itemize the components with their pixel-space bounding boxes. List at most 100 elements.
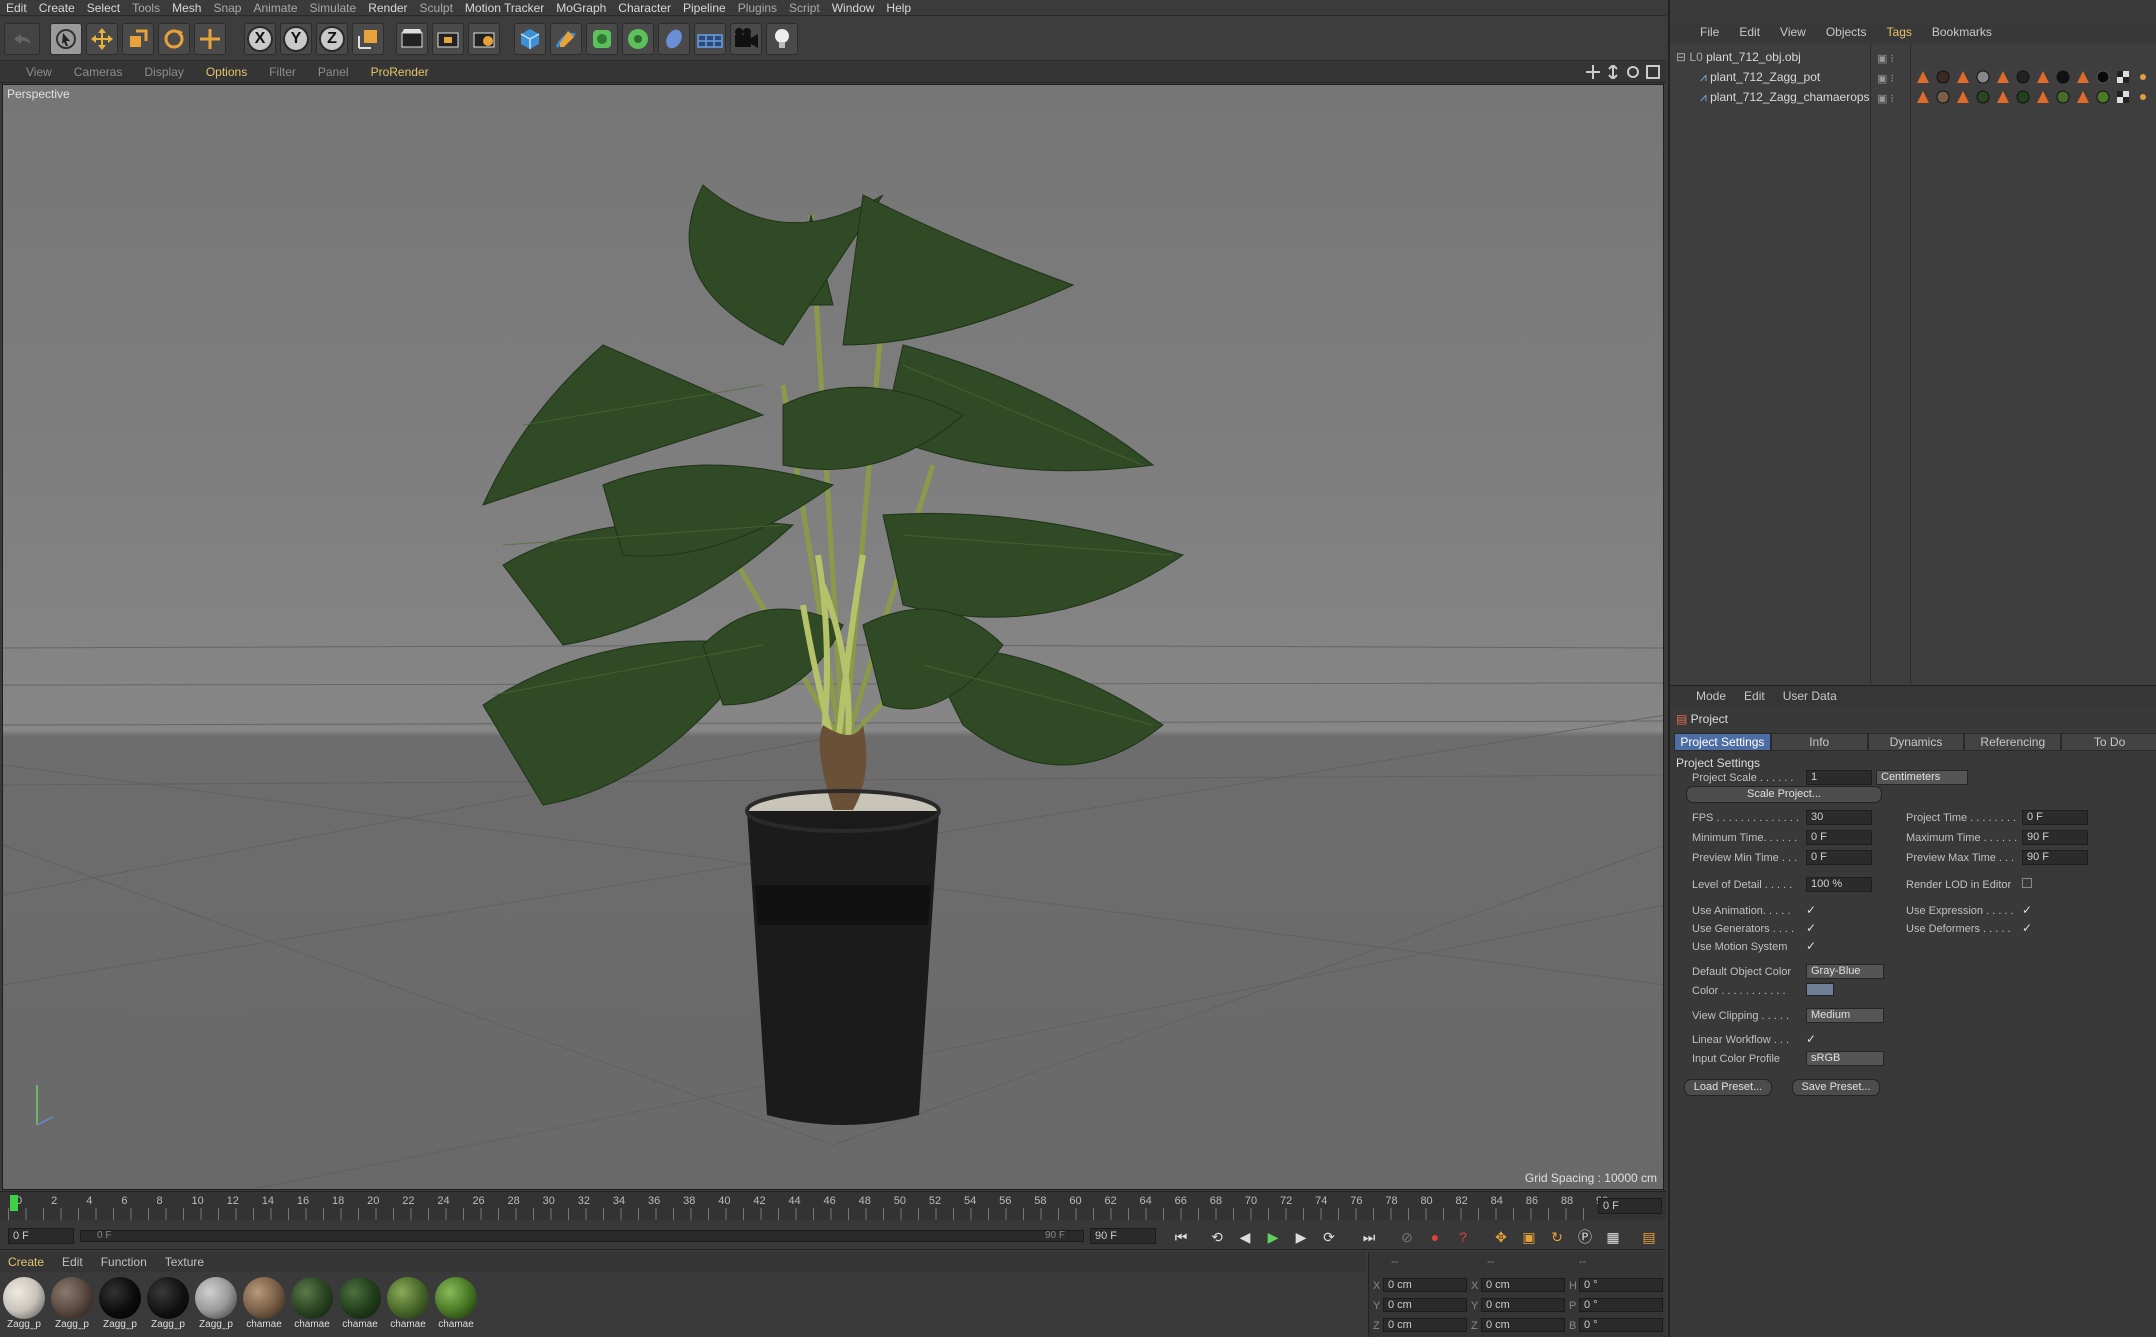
- object-row-pot[interactable]: ⩘ plant_712_Zagg_pot: [1700, 70, 1820, 85]
- menu-plugins[interactable]: Plugins: [732, 1, 783, 15]
- render-lod-checkbox[interactable]: [2022, 878, 2032, 888]
- menu-mesh[interactable]: Mesh: [166, 1, 207, 15]
- menu-sculpt[interactable]: Sculpt: [414, 1, 459, 15]
- preview-min-time-field[interactable]: 0 F: [1806, 850, 1872, 865]
- material-swatch[interactable]: Zagg_p: [2, 1277, 46, 1335]
- material-menu-texture[interactable]: Texture: [165, 1255, 204, 1269]
- project-time-field[interactable]: 0 F: [2022, 810, 2088, 825]
- current-frame-field[interactable]: 0 F: [1598, 1198, 1662, 1214]
- timeline-window-icon[interactable]: ▤: [1638, 1226, 1660, 1248]
- preview-range-slider[interactable]: 0 F 90 F: [80, 1230, 1084, 1242]
- material-tag-icon[interactable]: [2096, 70, 2110, 84]
- am-menu-mode[interactable]: Mode: [1696, 689, 1726, 703]
- y-axis-lock-button[interactable]: Y: [280, 23, 312, 55]
- maximize-view-icon[interactable]: [1646, 65, 1660, 79]
- viewport-menu-prorender[interactable]: ProRender: [371, 65, 429, 79]
- undo-icon[interactable]: [4, 23, 40, 55]
- light-icon[interactable]: [766, 23, 798, 55]
- material-tag-icon[interactable]: [1976, 90, 1990, 104]
- tab-to-do[interactable]: To Do: [2061, 733, 2156, 751]
- material-menu-create[interactable]: Create: [8, 1255, 44, 1269]
- color-swatch[interactable]: [1806, 983, 1834, 996]
- object-row-chamaerops[interactable]: ⩘ plant_712_Zagg_chamaerops: [1700, 90, 1870, 105]
- phong-tag-icon[interactable]: [1996, 70, 2010, 84]
- use-generators-checkbox[interactable]: ✓: [1806, 922, 1818, 934]
- phong-tag-icon[interactable]: [2036, 70, 2050, 84]
- material-swatch[interactable]: Zagg_p: [194, 1277, 238, 1335]
- key-rotation-icon[interactable]: ↻: [1546, 1226, 1568, 1248]
- previous-frame-icon[interactable]: ◀: [1234, 1226, 1256, 1248]
- default-object-color-dropdown[interactable]: Gray-Blue: [1806, 964, 1884, 979]
- coord-field[interactable]: 0 cm: [1481, 1298, 1565, 1312]
- material-swatch[interactable]: chamae: [386, 1277, 430, 1335]
- orbit-icon[interactable]: [1626, 65, 1640, 79]
- material-swatch[interactable]: chamae: [434, 1277, 478, 1335]
- add-move-icon[interactable]: [194, 23, 226, 55]
- menu-mograph[interactable]: MoGraph: [550, 1, 612, 15]
- input-color-profile-dropdown[interactable]: sRGB: [1806, 1051, 1884, 1066]
- material-tag-icon[interactable]: [2056, 90, 2070, 104]
- tab-project-settings[interactable]: Project Settings: [1674, 733, 1771, 751]
- use-expression-checkbox[interactable]: ✓: [2022, 904, 2034, 916]
- uvw-tag-icon[interactable]: [2116, 70, 2130, 84]
- go-to-end-icon[interactable]: ⏭: [1358, 1226, 1380, 1248]
- use-animation-checkbox[interactable]: ✓: [1806, 904, 1818, 916]
- menu-pipeline[interactable]: Pipeline: [677, 1, 732, 15]
- phong-tag-icon[interactable]: [1956, 90, 1970, 104]
- minimum-time-field[interactable]: 0 F: [1806, 830, 1872, 845]
- material-swatch[interactable]: Zagg_p: [146, 1277, 190, 1335]
- previous-key-icon[interactable]: ⟲: [1206, 1226, 1228, 1248]
- material-swatch[interactable]: chamae: [290, 1277, 334, 1335]
- menu-script[interactable]: Script: [783, 1, 826, 15]
- level-of-detail-field[interactable]: 100 %: [1806, 877, 1872, 892]
- tab-referencing[interactable]: Referencing: [1964, 733, 2062, 751]
- next-frame-icon[interactable]: ▶: [1290, 1226, 1312, 1248]
- phong-tag-icon[interactable]: [1996, 90, 2010, 104]
- phong-tag-icon[interactable]: [2076, 90, 2090, 104]
- record-disabled-icon[interactable]: ⊘: [1396, 1226, 1418, 1248]
- om-menu-objects[interactable]: Objects: [1826, 25, 1867, 39]
- x-axis-lock-button[interactable]: X: [244, 23, 276, 55]
- coord-field[interactable]: 0 cm: [1481, 1278, 1565, 1292]
- menu-simulate[interactable]: Simulate: [304, 1, 363, 15]
- coord-field[interactable]: 0 cm: [1481, 1318, 1565, 1332]
- material-tag-icon[interactable]: [2096, 90, 2110, 104]
- menu-motion-tracker[interactable]: Motion Tracker: [459, 1, 550, 15]
- key-parameter-icon[interactable]: Ⓟ: [1574, 1226, 1596, 1248]
- material-menu-edit[interactable]: Edit: [62, 1255, 83, 1269]
- project-scale-unit-dropdown[interactable]: Centimeters: [1876, 770, 1968, 785]
- coordinate-system-icon[interactable]: [352, 23, 384, 55]
- play-icon[interactable]: ▶: [1262, 1226, 1284, 1248]
- pan-icon[interactable]: [1586, 65, 1600, 79]
- use-deformers-checkbox[interactable]: ✓: [2022, 922, 2034, 934]
- menu-animate[interactable]: Animate: [247, 1, 303, 15]
- menu-edit[interactable]: Edit: [0, 1, 33, 15]
- key-point-level-icon[interactable]: ▦: [1602, 1226, 1624, 1248]
- om-menu-edit[interactable]: Edit: [1739, 25, 1760, 39]
- phong-tag-icon[interactable]: [1916, 90, 1930, 104]
- coord-field[interactable]: 0 °: [1579, 1298, 1663, 1312]
- phong-tag-icon[interactable]: [1916, 70, 1930, 84]
- menu-snap[interactable]: Snap: [207, 1, 247, 15]
- coord-field[interactable]: 0 °: [1579, 1278, 1663, 1292]
- scale-project-button[interactable]: Scale Project...: [1686, 786, 1882, 803]
- record-active-objects-icon[interactable]: ●: [1424, 1226, 1446, 1248]
- z-axis-lock-button[interactable]: Z: [316, 23, 348, 55]
- cube-icon[interactable]: [514, 23, 546, 55]
- cloner-icon[interactable]: [622, 23, 654, 55]
- menu-create[interactable]: Create: [33, 1, 81, 15]
- tab-info[interactable]: Info: [1770, 733, 1868, 751]
- maximum-time-field[interactable]: 90 F: [2022, 830, 2088, 845]
- material-tag-icon[interactable]: [2016, 70, 2030, 84]
- visibility-toggles[interactable]: ▣ ⁝: [1877, 72, 1894, 85]
- phong-tag-icon[interactable]: [2036, 90, 2050, 104]
- timeline-playhead[interactable]: [10, 1195, 18, 1211]
- om-menu-tags[interactable]: Tags: [1887, 25, 1912, 39]
- deformer-icon[interactable]: [658, 23, 690, 55]
- autokeying-icon[interactable]: ?: [1452, 1226, 1474, 1248]
- material-tag-icon[interactable]: [1936, 90, 1950, 104]
- menu-tools[interactable]: Tools: [126, 1, 166, 15]
- material-tag-icon[interactable]: [1976, 70, 1990, 84]
- tag-handle-icon[interactable]: [2136, 70, 2150, 84]
- pen-spline-icon[interactable]: [550, 23, 582, 55]
